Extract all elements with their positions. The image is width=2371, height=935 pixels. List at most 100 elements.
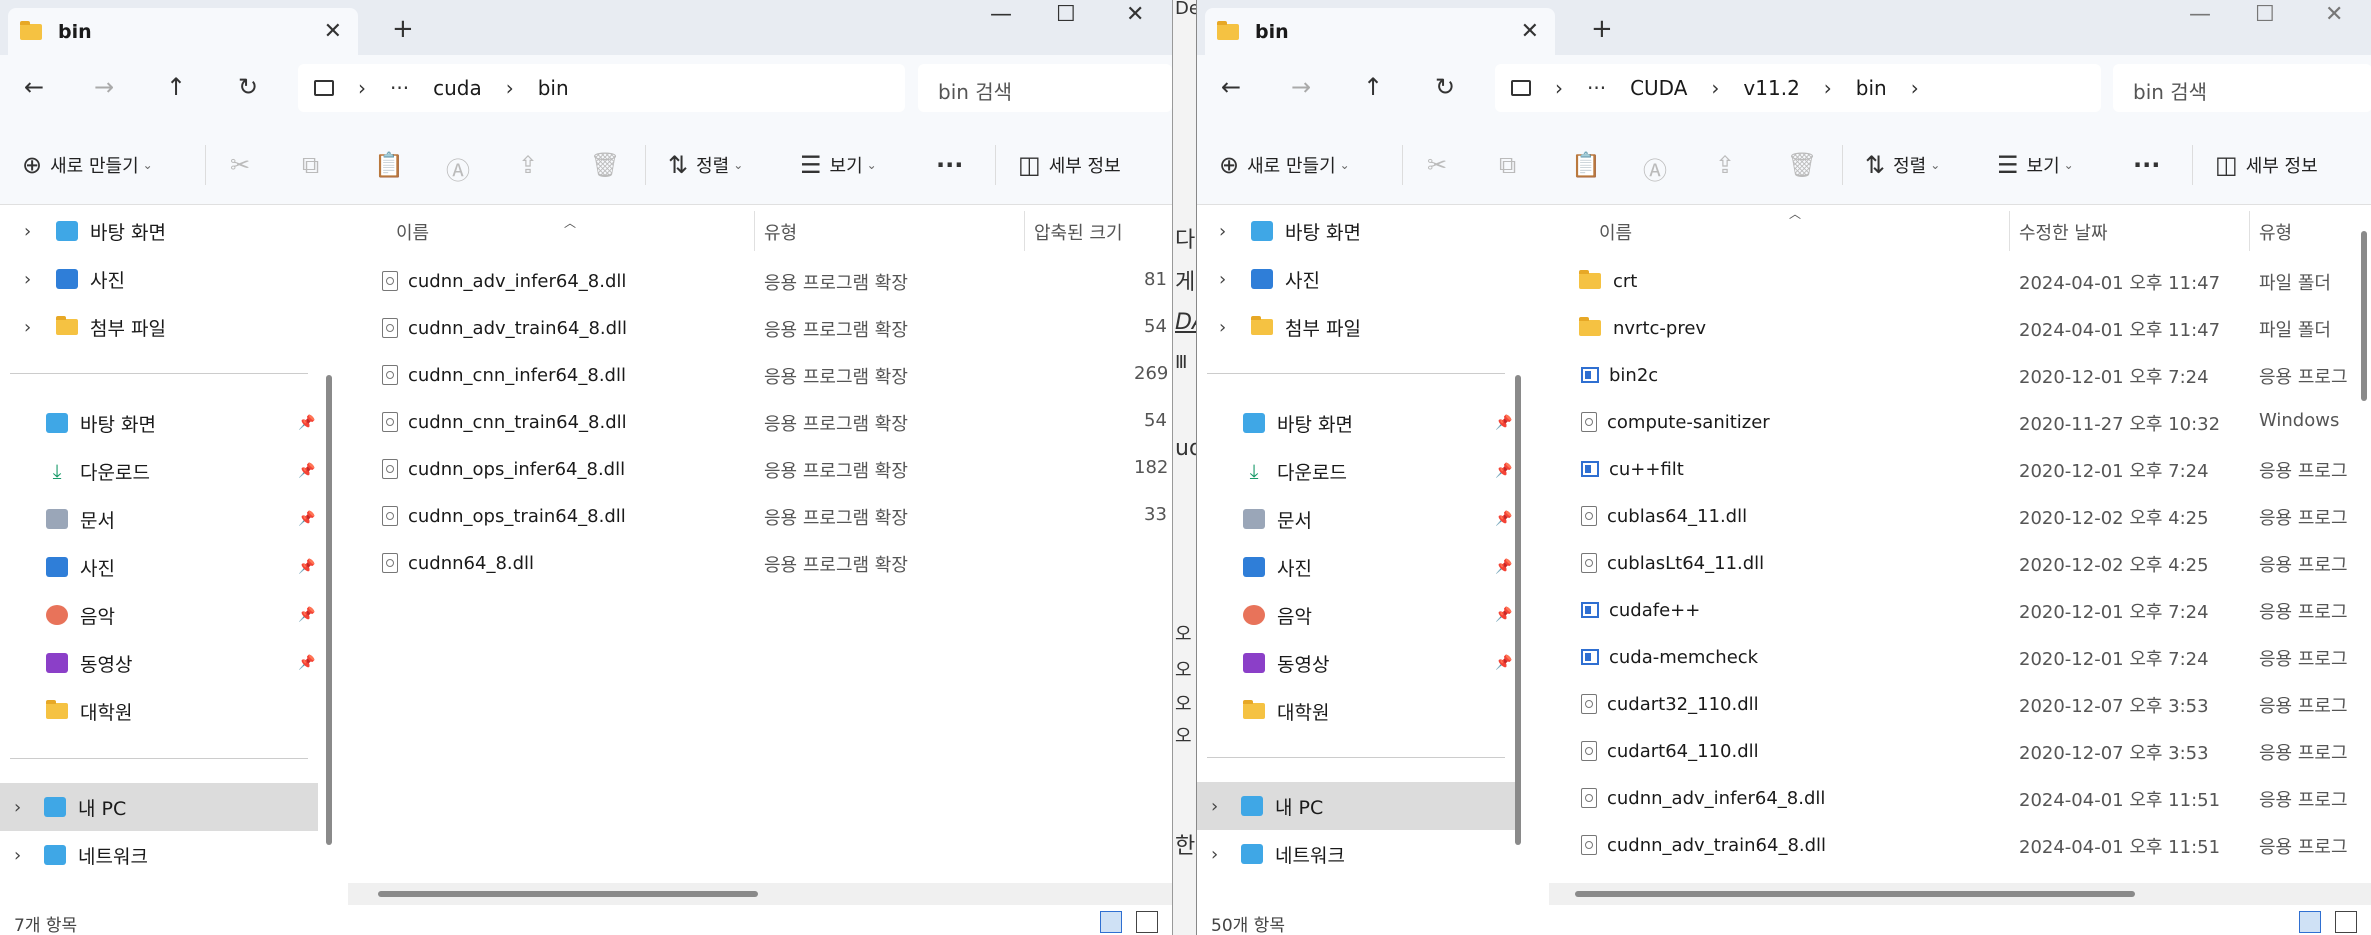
column-header-type[interactable]: 유형 <box>764 219 797 245</box>
chevron-right-icon[interactable]: › <box>24 317 44 338</box>
new-tab-button[interactable]: + <box>392 14 414 44</box>
file-row[interactable]: cuda-memcheck <box>1581 637 1758 677</box>
forward-button[interactable]: → <box>94 73 114 101</box>
copy-button[interactable]: ⧉ <box>1499 151 1524 179</box>
quick-item-downloads[interactable]: ⤓ 다운로드 📌 <box>1243 449 1513 493</box>
back-button[interactable]: ← <box>1221 73 1241 101</box>
minimize-button[interactable]: — <box>2189 2 2211 27</box>
view-button[interactable]: ☰ 보기 ⌄ <box>800 151 877 179</box>
tab-bin[interactable]: bin ✕ <box>8 8 358 55</box>
details-view-button[interactable] <box>2299 911 2321 933</box>
close-tab-icon[interactable]: ✕ <box>324 19 342 44</box>
horizontal-scrollbar[interactable] <box>378 891 758 897</box>
tiles-view-button[interactable] <box>2335 911 2357 933</box>
file-row[interactable]: cudnn_cnn_train64_8.dll <box>382 402 627 442</box>
details-pane-button[interactable]: ◫ 세부 정보 <box>2215 151 2318 179</box>
details-view-button[interactable] <box>1100 911 1122 933</box>
share-button[interactable]: ⇪ <box>518 151 546 179</box>
file-row[interactable]: cu++filt <box>1581 449 1684 489</box>
sidebar-scrollbar[interactable] <box>1515 375 1521 845</box>
quick-item-photos[interactable]: 사진 📌 <box>46 545 315 589</box>
sidebar-item-photos[interactable]: › 사진 <box>1219 257 1320 301</box>
sidebar-item-network[interactable]: › 네트워크 <box>1211 832 1345 876</box>
breadcrumb-cuda[interactable]: CUDA <box>1630 76 1687 100</box>
ellipsis-icon[interactable]: ··· <box>1587 76 1606 100</box>
pin-icon[interactable]: 📌 <box>298 463 315 479</box>
ellipsis-icon[interactable]: ··· <box>390 76 409 100</box>
file-row[interactable]: bin2c <box>1581 355 1658 395</box>
sidebar-item-this-pc[interactable]: › 내 PC <box>14 785 126 829</box>
minimize-button[interactable]: — <box>990 2 1012 27</box>
file-row[interactable]: cudart64_110.dll <box>1581 731 1759 771</box>
copy-button[interactable]: ⧉ <box>302 151 327 179</box>
sidebar-item-attachments[interactable]: › 첨부 파일 <box>1219 305 1361 349</box>
file-row[interactable]: cudnn_adv_train64_8.dll <box>1581 825 1826 865</box>
file-row[interactable]: cudnn_adv_infer64_8.dll <box>1581 778 1825 818</box>
file-row[interactable]: cudnn64_8.dll <box>382 543 534 583</box>
vertical-scrollbar[interactable] <box>2361 231 2367 401</box>
quick-item-grad-school[interactable]: 대학원 <box>46 689 132 733</box>
paste-button[interactable]: 📋 <box>374 151 412 179</box>
quick-item-photos[interactable]: 사진 📌 <box>1243 545 1512 589</box>
quick-item-downloads[interactable]: ⤓ 다운로드 📌 <box>46 449 316 493</box>
quick-item-desktop[interactable]: 바탕 화면 📌 <box>46 401 315 445</box>
chevron-right-icon[interactable]: › <box>1219 317 1239 338</box>
horizontal-scrollbar[interactable] <box>1575 891 2135 897</box>
pin-icon[interactable]: 📌 <box>298 511 315 527</box>
quick-item-documents[interactable]: 문서 📌 <box>46 497 315 541</box>
pin-icon[interactable]: 📌 <box>1495 655 1512 671</box>
chevron-right-icon[interactable]: › <box>24 269 44 290</box>
up-button[interactable]: ↑ <box>1363 73 1383 101</box>
close-tab-icon[interactable]: ✕ <box>1521 19 1539 44</box>
paste-button[interactable]: 📋 <box>1571 151 1609 179</box>
quick-item-videos[interactable]: 동영상 📌 <box>46 641 315 685</box>
pin-icon[interactable]: 📌 <box>298 655 315 671</box>
address-bar[interactable]: › ··· CUDA › v11.2 › bin › <box>1495 64 2101 112</box>
search-input[interactable]: bin 검색 <box>2113 64 2371 112</box>
pin-icon[interactable]: 📌 <box>298 607 315 623</box>
breadcrumb-bin[interactable]: bin <box>538 76 569 100</box>
sidebar-item-attachments[interactable]: › 첨부 파일 <box>24 305 166 349</box>
quick-item-documents[interactable]: 문서 📌 <box>1243 497 1512 541</box>
view-button[interactable]: ☰ 보기 ⌄ <box>1997 151 2074 179</box>
chevron-right-icon[interactable]: › <box>1219 269 1239 290</box>
chevron-right-icon[interactable]: › <box>14 797 34 818</box>
folder-row[interactable]: nvrtc-prev <box>1579 308 1706 348</box>
rename-button[interactable]: Ⓐ <box>1643 151 1675 186</box>
chevron-right-icon[interactable]: › <box>24 221 44 242</box>
file-row[interactable]: compute-sanitizer <box>1581 402 1770 442</box>
column-header-name[interactable]: 이름 <box>1599 219 1632 245</box>
quick-item-grad-school[interactable]: 대학원 <box>1243 689 1329 733</box>
breadcrumb-cuda[interactable]: cuda <box>433 76 482 100</box>
new-tab-button[interactable]: + <box>1591 14 1613 44</box>
column-header-date-modified[interactable]: 수정한 날짜 <box>2019 219 2108 245</box>
file-row[interactable]: cudnn_ops_infer64_8.dll <box>382 449 625 489</box>
address-bar[interactable]: › ··· cuda › bin <box>298 64 905 112</box>
tiles-view-button[interactable] <box>1136 911 1158 933</box>
new-button[interactable]: ⊕ 새로 만들기 ⌄ <box>22 151 153 179</box>
file-row[interactable]: cudart32_110.dll <box>1581 684 1759 724</box>
delete-button[interactable]: 🗑 <box>590 151 628 179</box>
close-window-button[interactable]: ✕ <box>2325 2 2343 27</box>
file-row[interactable]: cublasLt64_11.dll <box>1581 543 1764 583</box>
quick-item-videos[interactable]: 동영상 📌 <box>1243 641 1512 685</box>
tab-bin[interactable]: bin ✕ <box>1205 8 1555 55</box>
quick-item-music[interactable]: 음악 📌 <box>46 593 315 637</box>
sort-button[interactable]: ⇅ 정렬 ⌄ <box>1865 151 1940 179</box>
file-row[interactable]: cudafe++ <box>1581 590 1700 630</box>
breadcrumb-bin[interactable]: bin <box>1856 76 1887 100</box>
up-button[interactable]: ↑ <box>166 73 186 101</box>
search-input[interactable]: bin 검색 <box>918 64 1172 112</box>
quick-item-desktop[interactable]: 바탕 화면 📌 <box>1243 401 1512 445</box>
pin-icon[interactable]: 📌 <box>298 415 315 431</box>
sidebar-item-network[interactable]: › 네트워크 <box>14 833 148 877</box>
column-header-compressed-size[interactable]: 압축된 크기 <box>1034 219 1123 245</box>
chevron-right-icon[interactable]: › <box>14 845 34 866</box>
file-row[interactable]: cudnn_adv_infer64_8.dll <box>382 261 626 301</box>
refresh-button[interactable]: ↻ <box>1435 73 1455 101</box>
rename-button[interactable]: Ⓐ <box>446 151 478 186</box>
more-button[interactable]: ··· <box>2133 151 2168 179</box>
pin-icon[interactable]: 📌 <box>1495 511 1512 527</box>
delete-button[interactable]: 🗑 <box>1787 151 1825 179</box>
pin-icon[interactable]: 📌 <box>1495 463 1512 479</box>
